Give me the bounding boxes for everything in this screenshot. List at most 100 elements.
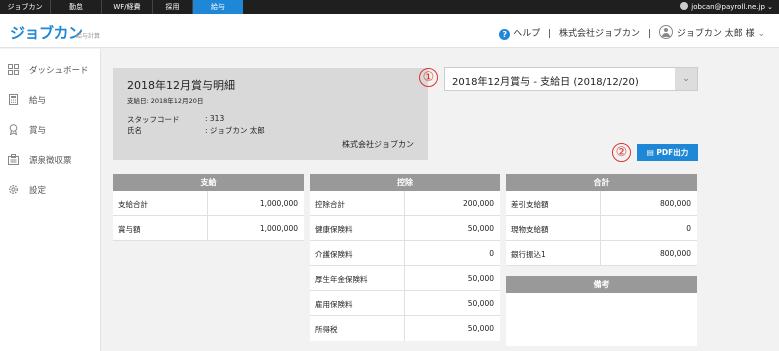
row-value: 1,000,000	[259, 224, 298, 233]
separator: |	[647, 29, 651, 39]
row-value: 50,000	[467, 224, 494, 233]
tab-jobcan[interactable]: ジョブカン	[0, 0, 51, 14]
help-link[interactable]: ヘルプ	[513, 29, 540, 39]
divider	[207, 191, 208, 215]
dashboard-icon	[8, 64, 19, 75]
row-value: 0	[489, 249, 494, 258]
calculator-icon	[9, 94, 18, 105]
divider	[404, 316, 405, 341]
tab-wf-expense[interactable]: WF/経費	[102, 0, 153, 14]
sidebar-item-label: 賞与	[29, 126, 47, 136]
table-header: 備考	[506, 276, 697, 293]
pdf-export-button[interactable]: ▤ PDF出力	[637, 144, 698, 161]
row-value: 0	[686, 224, 691, 233]
avatar[interactable]	[658, 25, 673, 39]
row-value: 50,000	[467, 324, 494, 333]
row-label: 銀行振込1	[511, 250, 546, 259]
file-icon: ▤	[646, 148, 657, 157]
row-label: 差引支給額	[511, 200, 549, 209]
header-actions: ? ヘルプ | 株式会社ジョブカン | ジョブカン 太郎 様 ⌄	[499, 25, 765, 40]
name-row: 氏名 : ジョブカン 太郎	[127, 125, 265, 136]
table-row: 健康保険料 50,000	[310, 216, 500, 241]
divider	[404, 291, 405, 315]
chevron-down-icon[interactable]: ⌄	[675, 68, 697, 90]
divider	[404, 241, 405, 265]
pay-date: 支給日: 2018年12月20日	[127, 97, 204, 105]
row-label: 賞与額	[118, 225, 141, 234]
table-row: 支給合計 1,000,000	[113, 191, 304, 216]
divider	[207, 216, 208, 240]
row-label: 雇用保険料	[315, 300, 353, 309]
divider	[404, 191, 405, 215]
chevron-down-icon[interactable]: ⌄	[755, 29, 765, 39]
tab-recruit[interactable]: 採用	[153, 0, 193, 14]
table-header: 控除	[310, 174, 500, 191]
marker-2: ②	[612, 143, 631, 162]
sidebar: ダッシュボード 給与 賞与 源泉徴収票 設定	[0, 49, 101, 351]
table-header: 支給	[113, 174, 304, 191]
table-row: 銀行振込1 800,000	[506, 241, 697, 266]
row-label: 控除合計	[315, 200, 345, 209]
sidebar-item-bonus[interactable]: 賞与	[0, 114, 100, 144]
tab-payroll[interactable]: 給与	[193, 0, 243, 14]
chevron-down-icon: ⌄	[764, 3, 773, 11]
row-label: 健康保険料	[315, 225, 353, 234]
name-value: : ジョブカン 太郎	[205, 126, 265, 135]
table-row: 控除合計 200,000	[310, 191, 500, 216]
totals-table: 合計 差引支給額 800,000 現物支給額 0 銀行振込1 800,000	[506, 174, 697, 266]
sidebar-item-label: 給与	[29, 96, 47, 106]
separator: |	[548, 29, 552, 39]
pdf-button-label: PDF出力	[656, 148, 689, 157]
divider	[600, 241, 601, 265]
row-label: 厚生年金保険料	[315, 275, 368, 284]
page-title: 2018年12月賞与明細	[127, 79, 235, 92]
divider	[600, 191, 601, 215]
top-app-bar: ジョブカン 勤怠 WF/経費 採用 給与 jobcan@payroll.ne.j…	[0, 0, 779, 14]
name-label: 氏名	[127, 126, 142, 135]
staff-code-label: スタッフコード	[127, 115, 180, 124]
sidebar-item-salary[interactable]: 給与	[0, 84, 100, 114]
page-header: ジョブカン 給与計算 ? ヘルプ | 株式会社ジョブカン | ジョブカン 太郎 様…	[0, 14, 779, 48]
staff-code-value: : 313	[205, 114, 225, 123]
table-row: 差引支給額 800,000	[506, 191, 697, 216]
period-select-value: 2018年12月賞与 - 支給日 (2018/12/20)	[452, 77, 639, 88]
row-value: 50,000	[467, 299, 494, 308]
account-email: jobcan@payroll.ne.jp	[691, 3, 765, 11]
help-icon[interactable]: ?	[499, 29, 511, 40]
marker-1: ①	[419, 68, 438, 87]
row-value: 1,000,000	[259, 199, 298, 208]
table-row: 厚生年金保険料 50,000	[310, 266, 500, 291]
row-value: 50,000	[467, 274, 494, 283]
table-row: 介護保険料 0	[310, 241, 500, 266]
sidebar-item-label: 源泉徴収票	[29, 156, 72, 166]
user-name[interactable]: ジョブカン 太郎 様	[677, 29, 755, 39]
row-value: 800,000	[659, 199, 691, 208]
staff-code-row: スタッフコード : 313	[127, 114, 224, 125]
company-name: 株式会社ジョブカン	[559, 29, 641, 39]
table-row: 雇用保険料 50,000	[310, 291, 500, 316]
deductions-table: 控除 控除合計 200,000 健康保険料 50,000 介護保険料 0 厚生年金保険…	[310, 174, 500, 341]
row-label: 支給合計	[118, 200, 148, 209]
logo[interactable]: ジョブカン	[10, 22, 83, 43]
row-label: 介護保険料	[315, 250, 353, 259]
account-menu[interactable]: jobcan@payroll.ne.jp ⌄	[680, 0, 773, 14]
logo-subtitle: 給与計算	[76, 33, 101, 40]
table-row: 賞与額 1,000,000	[113, 216, 304, 241]
table-header: 合計	[506, 174, 697, 191]
document-icon	[8, 154, 19, 165]
gear-icon	[9, 185, 18, 194]
statement-summary: 2018年12月賞与明細 支給日: 2018年12月20日 スタッフコード : 3…	[113, 68, 428, 160]
row-value: 800,000	[659, 249, 691, 258]
row-label: 所得税	[315, 325, 338, 334]
row-label: 現物支給額	[511, 225, 549, 234]
sidebar-item-settings[interactable]: 設定	[0, 174, 100, 204]
divider	[600, 216, 601, 240]
table-row: 所得税 50,000	[310, 316, 500, 341]
sidebar-item-withholding[interactable]: 源泉徴収票	[0, 144, 100, 174]
table-row: 現物支給額 0	[506, 216, 697, 241]
period-select[interactable]: 2018年12月賞与 - 支給日 (2018/12/20) ⌄	[444, 67, 698, 91]
badge-icon	[9, 124, 18, 135]
sidebar-item-dashboard[interactable]: ダッシュボード	[0, 54, 100, 84]
payments-table: 支給 支給合計 1,000,000 賞与額 1,000,000	[113, 174, 304, 241]
tab-attendance[interactable]: 勤怠	[51, 0, 102, 14]
